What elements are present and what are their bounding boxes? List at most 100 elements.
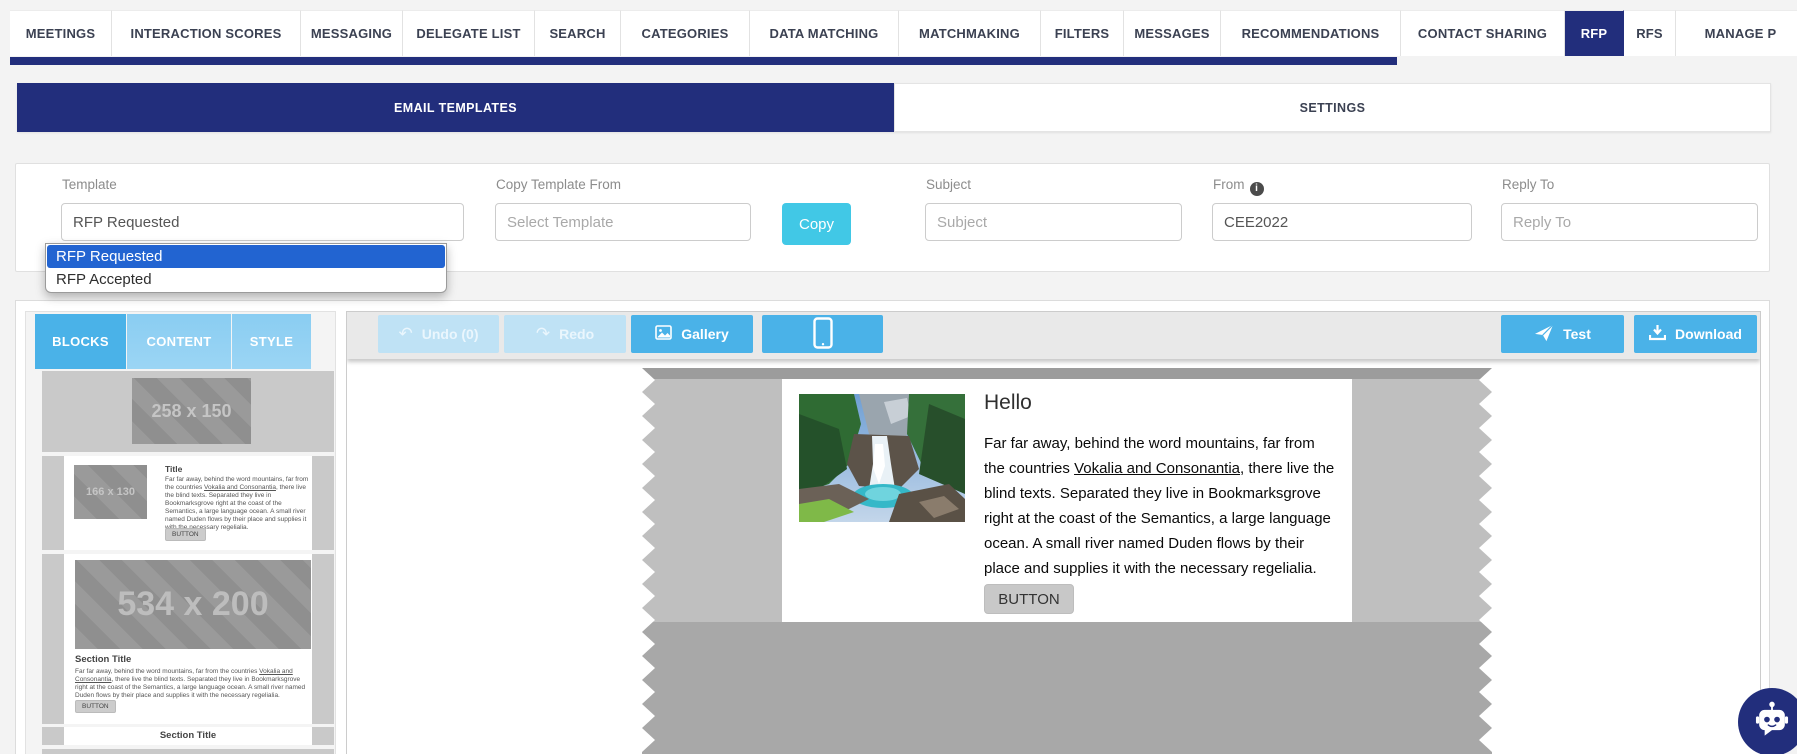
block-rail (42, 554, 64, 724)
tab-content[interactable]: CONTENT (127, 314, 231, 369)
template-field-group: Template (61, 164, 464, 244)
block-title: Title (165, 464, 182, 474)
redo-label: Redo (559, 326, 594, 342)
block-body-text: Far far away, behind the word mountains,… (165, 476, 311, 532)
nav-tab-meetings[interactable]: MEETINGS (10, 10, 112, 56)
editor-toolbar: ↶ Undo (0) ↷ Redo Gallery (347, 312, 1760, 359)
image-placeholder: 534 x 200 (75, 560, 311, 649)
tab-email-templates[interactable]: EMAIL TEMPLATES (17, 83, 894, 132)
mobile-preview-button[interactable] (762, 315, 883, 353)
reply-to-field-group: Reply To (1501, 164, 1758, 244)
block-thumb-image[interactable]: 258 x 150 (42, 371, 334, 452)
nav-tab-search[interactable]: SEARCH (535, 10, 621, 56)
template-dropdown-list: RFP Requested RFP Accepted (45, 243, 447, 293)
tab-blocks[interactable]: BLOCKS (35, 314, 126, 369)
test-label: Test (1563, 326, 1591, 342)
copy-button[interactable]: Copy (782, 203, 851, 245)
block-body-text: Far far away, behind the word mountains,… (75, 668, 311, 700)
copy-from-label: Copy Template From (496, 177, 621, 192)
gallery-button[interactable]: Gallery (631, 315, 753, 353)
tab-settings[interactable]: SETTINGS (894, 83, 1771, 132)
block-button: BUTTON (75, 700, 116, 713)
block-rail (312, 456, 334, 550)
from-field-group: Fromi (1212, 164, 1472, 244)
nav-tab-rfp[interactable]: RFP (1565, 10, 1624, 56)
from-label-text: From (1213, 177, 1245, 192)
block-title: Section Title (42, 730, 334, 741)
tab-style[interactable]: STYLE (232, 314, 311, 369)
app-screen: MEETINGS INTERACTION SCORES MESSAGING DE… (0, 0, 1797, 754)
nav-tab-recommendations[interactable]: RECOMMENDATIONS (1221, 10, 1401, 56)
dropdown-option-rfp-accepted[interactable]: RFP Accepted (47, 268, 445, 291)
block-thumb-section[interactable]: 534 x 200 Section Title Far far away, be… (42, 554, 334, 724)
torn-edge-right (1479, 368, 1492, 754)
robot-icon (1750, 698, 1794, 747)
torn-edge-left (642, 368, 655, 754)
download-button[interactable]: Download (1634, 315, 1757, 353)
lorem-link: Vokalia and Consonantia (204, 484, 276, 491)
template-footer-background (642, 622, 1492, 754)
lorem-before: Far far away, behind the word mountains,… (75, 668, 259, 675)
info-icon: i (1250, 182, 1264, 196)
nav-tab-filters[interactable]: FILTERS (1041, 10, 1124, 56)
email-body-text[interactable]: Far far away, behind the word mountains,… (984, 431, 1337, 581)
gallery-label: Gallery (681, 326, 728, 342)
email-canvas[interactable]: Hello Far far away, behind the word moun… (347, 359, 1760, 754)
subject-input[interactable] (925, 203, 1182, 241)
download-icon (1649, 325, 1666, 344)
email-editor-panel: BLOCKS CONTENT STYLE 258 x 150 166 x 130… (15, 300, 1770, 754)
editor-main-area: ↶ Undo (0) ↷ Redo Gallery (346, 311, 1761, 754)
block-thumb-partial[interactable] (42, 749, 334, 754)
dropdown-option-rfp-requested[interactable]: RFP Requested (47, 245, 445, 268)
lorem-after: , there live the blind texts. Separated … (984, 460, 1334, 577)
lorem-link[interactable]: Vokalia and Consonantia (1074, 460, 1240, 477)
block-title: Section Title (75, 654, 131, 665)
undo-button[interactable]: ↶ Undo (0) (378, 315, 499, 353)
sub-navigation: EMAIL TEMPLATES SETTINGS (17, 83, 1771, 132)
reply-to-label: Reply To (1502, 177, 1554, 192)
block-rail (312, 554, 334, 724)
image-placeholder: 166 x 130 (74, 465, 147, 519)
subject-field-group: Subject (925, 164, 1182, 244)
waterfall-landscape-photo[interactable] (799, 394, 965, 522)
nav-tab-categories[interactable]: CATEGORIES (621, 10, 750, 56)
nav-tab-messaging[interactable]: MESSAGING (301, 10, 403, 56)
nav-tab-manage-p[interactable]: MANAGE P (1676, 10, 1797, 56)
copy-from-field-group: Copy Template From (495, 164, 751, 244)
email-content-block[interactable]: Hello Far far away, behind the word moun… (782, 379, 1352, 622)
chatbot-launcher-button[interactable] (1738, 688, 1797, 754)
nav-tab-rfs[interactable]: RFS (1624, 10, 1676, 56)
sidebar-tabs: BLOCKS CONTENT STYLE (35, 314, 312, 369)
nav-tab-delegate-list[interactable]: DELEGATE LIST (403, 10, 535, 56)
block-thumb-section-title[interactable]: Section Title (42, 727, 334, 745)
block-button: BUTTON (165, 528, 206, 541)
redo-button[interactable]: ↷ Redo (504, 315, 626, 353)
email-heading[interactable]: Hello (984, 391, 1032, 415)
gallery-icon (655, 325, 672, 343)
nav-tab-interaction-scores[interactable]: INTERACTION SCORES (112, 10, 301, 56)
template-background: Hello Far far away, behind the word moun… (642, 368, 1492, 754)
from-input[interactable] (1212, 203, 1472, 241)
lorem-after: , there live the blind texts. Separated … (165, 484, 306, 531)
block-rail (42, 456, 64, 550)
from-label: Fromi (1213, 177, 1264, 196)
nav-tab-messages[interactable]: MESSAGES (1124, 10, 1221, 56)
copy-from-select[interactable] (495, 203, 751, 241)
nav-tab-contact-sharing[interactable]: CONTACT SHARING (1401, 10, 1565, 56)
image-placeholder: 258 x 150 (132, 378, 251, 444)
template-label: Template (62, 177, 117, 192)
redo-icon: ↷ (536, 324, 550, 344)
reply-to-input[interactable] (1501, 203, 1758, 241)
active-section-underline (10, 57, 1397, 65)
nav-tab-matchmaking[interactable]: MATCHMAKING (899, 10, 1041, 56)
template-top-strip (642, 368, 1492, 379)
download-label: Download (1675, 326, 1742, 342)
editor-sidebar: BLOCKS CONTENT STYLE 258 x 150 166 x 130… (25, 311, 336, 754)
nav-tab-data-matching[interactable]: DATA MATCHING (750, 10, 899, 56)
undo-label: Undo (0) (422, 326, 479, 342)
block-thumb-image-text[interactable]: 166 x 130 Title Far far away, behind the… (42, 456, 334, 550)
template-select[interactable] (61, 203, 464, 241)
email-cta-button[interactable]: BUTTON (984, 584, 1074, 614)
test-button[interactable]: Test (1501, 315, 1624, 353)
undo-icon: ↶ (398, 324, 412, 344)
